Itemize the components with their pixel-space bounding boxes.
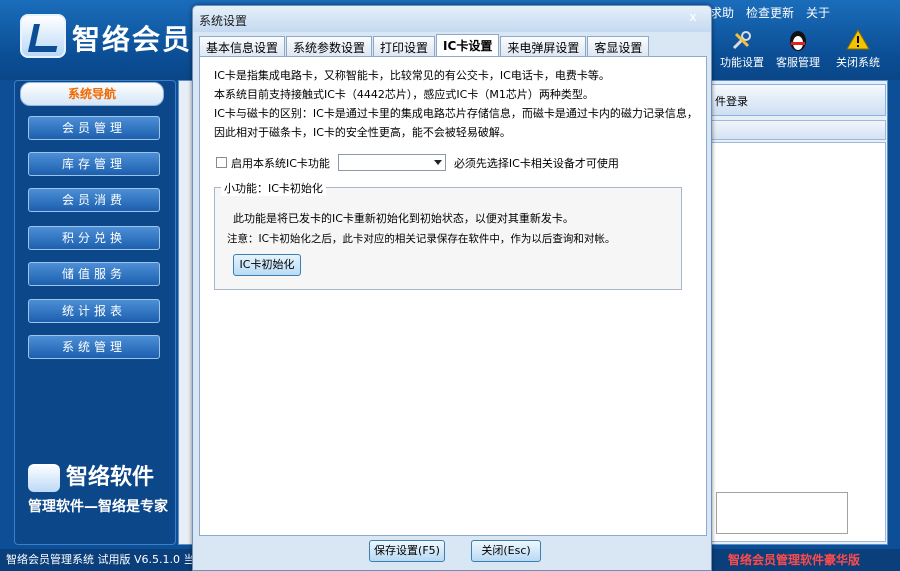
help-link[interactable]: 求助 [710, 4, 734, 21]
tab-system-params[interactable]: 系统参数设置 [286, 36, 373, 56]
main-subheader-strip [710, 120, 886, 140]
sidebar-item-reports[interactable]: 统计报表 [28, 299, 160, 323]
support-tool-label: 客服管理 [776, 56, 820, 69]
brand-slogan: 管理软件—智络是专家 [28, 499, 168, 515]
exit-tool-label: 关闭系统 [836, 56, 880, 69]
tab-customer-display[interactable]: 客显设置 [587, 36, 650, 56]
main-text-box [716, 492, 848, 534]
main-header-strip: 件登录 [710, 84, 886, 116]
dialog-title: 系统设置 [193, 6, 711, 32]
tab-print[interactable]: 打印设置 [373, 36, 436, 56]
exit-tool-button[interactable]: 关闭系统 [828, 28, 888, 70]
settings-tool-button[interactable]: 功能设置 [712, 28, 772, 70]
save-button[interactable]: 保存设置(F5) [369, 540, 445, 562]
settings-tool-label: 功能设置 [720, 56, 764, 69]
ic-init-group-title: 小功能：IC卡初始化 [221, 180, 326, 196]
status-version: 智络会员管理系统 试用版 V6.5.1.0 当前 [6, 553, 206, 566]
brand-block: 智络软件 管理软件—智络是专家 [28, 464, 178, 516]
ic-init-description: 此功能是将已发卡的IC卡重新初始化到初始状态，以便对其重新发卡。 [233, 212, 574, 225]
about-link[interactable]: 关于 [806, 4, 830, 21]
tools-icon [732, 31, 751, 50]
ic-card-description: IC卡是指集成电路卡，又称智能卡，比较常见的有公交卡，IC电话卡，电费卡等。 本… [214, 66, 698, 142]
brand-logo-icon [28, 464, 60, 492]
top-links: 求助 检查更新 关于 [710, 4, 830, 21]
enable-ic-checkbox[interactable] [216, 157, 227, 168]
ic-init-group: 小功能：IC卡初始化 此功能是将已发卡的IC卡重新初始化到初始状态，以便对其重新… [214, 180, 682, 290]
check-update-link[interactable]: 检查更新 [746, 4, 794, 21]
app-logo-icon [20, 14, 66, 58]
tab-ic-card[interactable]: IC卡设置 [436, 34, 500, 56]
sidebar-item-member[interactable]: 会员管理 [28, 116, 160, 140]
warning-icon [846, 29, 870, 50]
penguin-icon [790, 31, 806, 51]
sidebar-item-points[interactable]: 积分兑换 [28, 226, 160, 250]
dialog-close-icon[interactable]: x [683, 10, 703, 24]
app-name: 智络会员管 [72, 23, 192, 56]
ic-device-select[interactable] [337, 154, 446, 171]
tab-caller-popup[interactable]: 来电弹屏设置 [500, 36, 587, 56]
info-line: IC卡与磁卡的区别：IC卡是通过卡里的集成电路芯片存储信息，而磁卡是通过卡内的磁… [214, 107, 698, 120]
settings-tabs: 基本信息设置 系统参数设置 打印设置 IC卡设置 来电弹屏设置 客显设置 [199, 34, 650, 56]
enable-ic-hint: 必须先选择IC卡相关设备才可使用 [453, 156, 619, 170]
main-content-panel [710, 142, 886, 542]
ic-card-panel: IC卡是指集成电路卡，又称智能卡，比较常见的有公交卡，IC电话卡，电费卡等。 本… [199, 56, 707, 536]
enable-ic-label: 启用本系统IC卡功能 [231, 156, 330, 170]
sidebar-item-inventory[interactable]: 库存管理 [28, 152, 160, 176]
enable-ic-row: 启用本系统IC卡功能 必须先选择IC卡相关设备才可使用 [216, 154, 619, 171]
ic-init-button[interactable]: IC卡初始化 [233, 254, 301, 276]
support-tool-button[interactable]: 客服管理 [768, 28, 828, 70]
sidebar-item-stored-value[interactable]: 储值服务 [28, 262, 160, 286]
status-edition: 智络会员管理软件豪华版 [728, 553, 861, 567]
info-line: 本系统目前支持接触式IC卡（4442芯片），感应式IC卡（M1芯片）两种类型。 [214, 88, 594, 101]
sidebar-item-system[interactable]: 系统管理 [28, 335, 160, 359]
sidebar-header: 系统导航 [20, 82, 164, 106]
info-line: 因此相对于磁条卡，IC卡的安全性更高，能不会被轻易破解。 [214, 126, 511, 139]
info-line: IC卡是指集成电路卡，又称智能卡，比较常见的有公交卡，IC电话卡，电费卡等。 [214, 69, 610, 82]
close-button[interactable]: 关闭(Esc) [471, 540, 541, 562]
sidebar-item-consume[interactable]: 会员消费 [28, 188, 160, 212]
settings-dialog: 系统设置 x 基本信息设置 系统参数设置 打印设置 IC卡设置 来电弹屏设置 客… [192, 5, 712, 571]
chevron-down-icon [433, 160, 442, 165]
tab-basic-info[interactable]: 基本信息设置 [199, 36, 286, 56]
ic-init-note: 注意：IC卡初始化之后，此卡对应的相关记录保存在软件中，作为以后查询和对帐。 [227, 233, 616, 245]
